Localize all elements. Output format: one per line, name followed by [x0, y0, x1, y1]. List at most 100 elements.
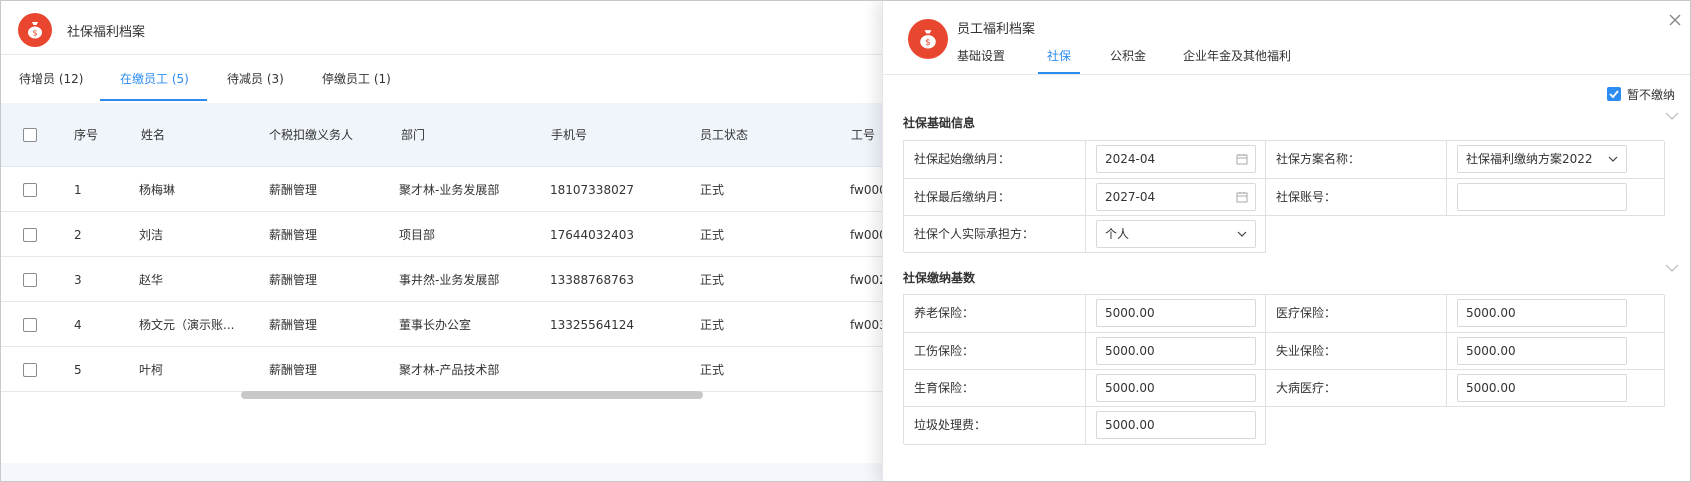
bearer-value: 个人 — [1105, 227, 1130, 241]
garbage-fee-input[interactable]: 5000.00 — [1096, 411, 1256, 439]
tab-housing-fund[interactable]: 公积金 — [1110, 47, 1146, 73]
start-month-input[interactable]: 2024-04 — [1096, 145, 1256, 173]
end-month-cell: 2027-04 — [1086, 179, 1266, 216]
cell-status: 正式 — [700, 363, 725, 377]
pause-payment-checkbox[interactable] — [1607, 87, 1621, 101]
section-title-base: 社保缴纳基数 — [903, 271, 976, 285]
table-row[interactable]: 1 杨梅琳 薪酬管理 聚才林-业务发展部 18107338027 正式 fw00… — [1, 168, 901, 212]
tab-stopped[interactable]: 停缴员工 (1) — [322, 56, 391, 102]
serious-illness-label: 大病医疗： — [1266, 370, 1447, 407]
drawer-title: 员工福利档案 — [957, 22, 1036, 37]
app-window: $ 社保福利档案 待增员 (12) 在缴员工 (5) 待减员 (3) 停缴员工 … — [0, 0, 1691, 482]
col-header-withholder: 个税扣缴义务人 — [269, 128, 354, 142]
cell-name: 叶柯 — [139, 363, 164, 377]
tab-pending-remove[interactable]: 待减员 (3) — [227, 56, 284, 102]
cell-dept: 事井然-业务发展部 — [399, 273, 500, 287]
bearer-select[interactable]: 个人 — [1096, 220, 1256, 248]
cell-withholder: 薪酬管理 — [269, 228, 318, 242]
maternity-input[interactable]: 5000.00 — [1096, 374, 1256, 402]
end-month-input[interactable]: 2027-04 — [1096, 183, 1256, 211]
medical-input[interactable]: 5000.00 — [1457, 299, 1627, 327]
money-bag-icon: $ — [920, 30, 936, 49]
plan-name-select[interactable]: 社保福利缴纳方案2022 — [1457, 145, 1627, 173]
unemployment-input[interactable]: 5000.00 — [1457, 337, 1627, 365]
cell-no: 5 — [74, 363, 82, 377]
chevron-down-icon — [1237, 231, 1247, 237]
cell-withholder: 薪酬管理 — [269, 318, 318, 332]
calendar-icon[interactable] — [1236, 153, 1248, 165]
col-header-phone: 手机号 — [551, 128, 588, 142]
table-row[interactable]: 5 叶柯 薪酬管理 聚才林-产品技术部 正式 — [1, 348, 901, 392]
page-title: 社保福利档案 — [67, 25, 146, 40]
row-checkbox[interactable] — [23, 363, 37, 377]
cell-name: 刘洁 — [139, 228, 164, 242]
svg-text:$: $ — [925, 38, 931, 48]
injury-input[interactable]: 5000.00 — [1096, 337, 1256, 365]
table-row[interactable]: 4 杨文元（演示账... 薪酬管理 董事长办公室 13325564124 正式 … — [1, 303, 901, 347]
account-label: 社保账号： — [1266, 179, 1447, 216]
start-month-value: 2024-04 — [1105, 152, 1156, 166]
cell-withholder: 薪酬管理 — [269, 183, 318, 197]
contribution-base-grid: 养老保险： 5000.00 医疗保险： 5000.00 工伤保险： 5000.0… — [903, 294, 1665, 445]
col-header-name: 姓名 — [141, 128, 166, 142]
row-checkbox[interactable] — [23, 318, 37, 332]
plan-name-label: 社保方案名称： — [1266, 141, 1447, 179]
drawer-logo: $ — [908, 19, 948, 59]
cell-phone: 18107338027 — [550, 183, 634, 197]
app-logo: $ — [18, 13, 52, 47]
row-checkbox[interactable] — [23, 273, 37, 287]
account-input[interactable] — [1457, 183, 1627, 211]
bearer-cell: 个人 — [1086, 216, 1266, 253]
cell-name: 杨梅琳 — [139, 183, 176, 197]
tab-social-insurance[interactable]: 社保 — [1047, 47, 1071, 73]
maternity-cell: 5000.00 — [1086, 370, 1266, 407]
garbage-fee-cell: 5000.00 — [1086, 407, 1266, 445]
injury-cell: 5000.00 — [1086, 333, 1266, 370]
unemployment-cell: 5000.00 — [1447, 333, 1665, 370]
cell-withholder: 薪酬管理 — [269, 273, 318, 287]
account-cell — [1447, 179, 1665, 216]
basic-info-grid: 社保起始缴纳月： 2024-04 社保方案名称： 社保福利缴纳方案2022 社保… — [903, 140, 1665, 253]
close-icon[interactable] — [1667, 12, 1683, 28]
check-icon — [1609, 90, 1619, 99]
horizontal-scrollbar[interactable] — [1, 391, 901, 399]
chevron-down-icon — [1608, 156, 1618, 162]
table-row[interactable]: 3 赵华 薪酬管理 事井然-业务发展部 13388768763 正式 fw002 — [1, 258, 901, 302]
row-checkbox[interactable] — [23, 183, 37, 197]
scrollbar-thumb[interactable] — [241, 391, 703, 399]
status-tabs: 待增员 (12) 在缴员工 (5) 待减员 (3) 停缴员工 (1) — [1, 56, 901, 102]
pause-payment-label: 暂不缴纳 — [1627, 88, 1676, 102]
col-header-no: 序号 — [74, 128, 99, 142]
medical-cell: 5000.00 — [1447, 295, 1665, 333]
garbage-fee-label: 垃圾处理费： — [904, 407, 1086, 445]
col-header-status: 员工状态 — [700, 128, 749, 142]
money-bag-icon: $ — [28, 22, 42, 39]
tab-active-employees[interactable]: 在缴员工 (5) — [120, 56, 189, 102]
pension-input[interactable]: 5000.00 — [1096, 299, 1256, 327]
cell-status: 正式 — [700, 183, 725, 197]
cell-dept: 聚才林-产品技术部 — [399, 363, 500, 377]
select-all-checkbox[interactable] — [23, 128, 37, 142]
start-month-label: 社保起始缴纳月： — [904, 141, 1086, 179]
plan-name-value: 社保福利缴纳方案2022 — [1466, 152, 1593, 166]
cell-withholder: 薪酬管理 — [269, 363, 318, 377]
serious-illness-cell: 5000.00 — [1447, 370, 1665, 407]
tab-pending-add[interactable]: 待增员 (12) — [19, 56, 83, 102]
calendar-icon[interactable] — [1236, 191, 1248, 203]
row-checkbox[interactable] — [23, 228, 37, 242]
chevron-down-icon[interactable] — [1665, 111, 1679, 121]
injury-label: 工伤保险： — [904, 333, 1086, 370]
chevron-down-icon[interactable] — [1665, 263, 1679, 273]
page-header: $ 社保福利档案 — [1, 1, 901, 55]
cell-phone: 13325564124 — [550, 318, 634, 332]
cell-status: 正式 — [700, 228, 725, 242]
bearer-label: 社保个人实际承担方： — [904, 216, 1086, 253]
cell-dept: 董事长办公室 — [399, 318, 472, 332]
cell-name: 赵华 — [139, 273, 164, 287]
tab-basic-settings[interactable]: 基础设置 — [957, 47, 1005, 73]
table-row[interactable]: 2 刘洁 薪酬管理 项目部 17644032403 正式 fw000 — [1, 213, 901, 257]
serious-illness-input[interactable]: 5000.00 — [1457, 374, 1627, 402]
pension-cell: 5000.00 — [1086, 295, 1266, 333]
end-month-value: 2027-04 — [1105, 190, 1156, 204]
tab-enterprise-annuity[interactable]: 企业年金及其他福利 — [1183, 47, 1291, 73]
